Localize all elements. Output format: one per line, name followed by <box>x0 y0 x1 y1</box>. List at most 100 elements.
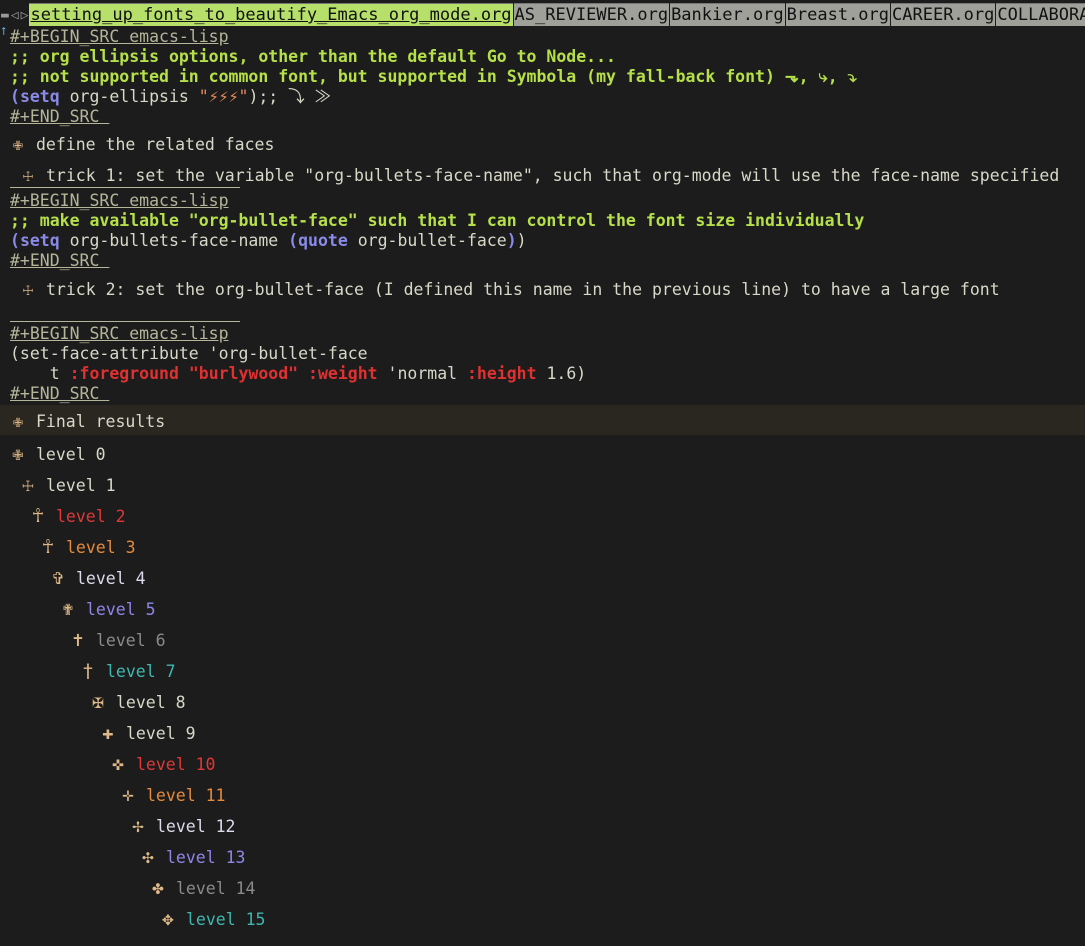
tab-collaborati[interactable]: COLLABORATI <box>996 3 1085 26</box>
final-results-text: Final results <box>36 412 166 431</box>
tab-as-reviewer[interactable]: AS_REVIEWER.org <box>513 3 670 26</box>
heading-level-10[interactable]: ✜ level 10 <box>110 752 215 776</box>
tab-bankier[interactable]: Bankier.org <box>670 3 785 26</box>
kw-foreground: :foreground <box>69 364 179 383</box>
heading-define-faces[interactable]: ✙ define the related faces <box>10 135 275 155</box>
src-begin-1: #+BEGIN_SRC emacs-lisp <box>10 27 229 46</box>
trick2-underline <box>10 321 240 322</box>
src-end-3: #+END_SRC <box>10 384 110 403</box>
tab-scroll-left-icon[interactable]: ◁ <box>10 6 20 26</box>
heading-level-0[interactable]: ✙ level 0 <box>10 442 106 466</box>
tab-bar: ▬ ◁ ▷ setting_up_fonts_to_beautify_Emacs… <box>0 0 1085 26</box>
code-face-args: t :foreground "burlywood" :weight 'norma… <box>10 364 586 384</box>
quote-paren-close: ) <box>506 231 517 250</box>
kw-height: :height <box>467 364 537 383</box>
level-7-bullet-icon: † <box>82 660 94 682</box>
trick2-text: trick 2: set the org-bullet-face (I defi… <box>46 280 1000 299</box>
level-13-label: level 13 <box>166 848 246 867</box>
ellipsis-string: "⚡⚡⚡" <box>198 87 249 106</box>
tab-setting-up-fonts[interactable]: setting_up_fonts_to_beautify_Emacs_org_m… <box>29 3 513 26</box>
level-11-bullet-icon: ✛ <box>122 784 134 806</box>
src-begin-3: #+BEGIN_SRC emacs-lisp <box>10 324 229 343</box>
heading-level-1[interactable]: ☩ level 1 <box>20 473 116 497</box>
comment-line-1: ;; org ellipsis options, other than the … <box>10 47 616 66</box>
level-3-label: level 3 <box>66 538 136 557</box>
comment-line-3: ;; make available "org-bullet-face" such… <box>10 211 865 230</box>
final-bullet-icon: ✙ <box>12 412 24 432</box>
org-ellipsis-var: org-ellipsis <box>59 87 199 106</box>
tab-breast[interactable]: Breast.org <box>785 3 891 26</box>
level-10-label: level 10 <box>136 755 216 774</box>
level-9-label: level 9 <box>126 724 196 743</box>
level-12-label: level 12 <box>156 817 236 836</box>
kw-weight: :weight <box>308 364 378 383</box>
quote-keyword: quote <box>298 231 348 250</box>
heading-define-text: define the related faces <box>36 135 275 154</box>
comment-line-2: ;; not supported in common font, but sup… <box>10 67 857 86</box>
quote-paren-open: ( <box>288 231 299 250</box>
level-1-label: level 1 <box>46 476 116 495</box>
heading-level-11[interactable]: ✛ level 11 <box>120 783 225 807</box>
heading-trick-1[interactable]: ☩ trick 1: set the variable "org-bullets-… <box>20 166 1059 186</box>
val-normal: 'normal <box>377 364 467 383</box>
trick1-underline <box>10 187 240 188</box>
tab-collapse-icon[interactable]: ▬ <box>0 6 10 26</box>
paren-close: ) <box>516 231 527 250</box>
heading-level-7[interactable]: † level 7 <box>80 659 176 683</box>
heading-level-6[interactable]: ✝ level 6 <box>70 628 166 652</box>
level-6-bullet-icon: ✝ <box>72 629 84 651</box>
src-end-1: #+END_SRC <box>10 107 110 126</box>
setq-keyword: setq <box>19 231 60 250</box>
level-10-bullet-icon: ✜ <box>112 753 124 775</box>
heading-level-14[interactable]: ✤ level 14 <box>150 876 255 900</box>
heading-level-3[interactable]: ☥ level 3 <box>40 535 136 559</box>
level-13-bullet-icon: ✣ <box>142 846 154 868</box>
heading-level-4[interactable]: ✞ level 4 <box>50 566 146 590</box>
heading-bullet-icon: ✙ <box>12 135 24 155</box>
level-8-label: level 8 <box>116 693 186 712</box>
setq-keyword: setq <box>19 87 60 106</box>
level-2-label: level 2 <box>56 507 126 526</box>
heading-level-12[interactable]: ✢ level 12 <box>130 814 235 838</box>
level-4-label: level 4 <box>76 569 146 588</box>
trick1-text: trick 1: set the variable "org-bullets-f… <box>46 166 1060 185</box>
src-begin-2: #+BEGIN_SRC emacs-lisp <box>10 191 229 210</box>
heading-final-results[interactable]: ✙ Final results <box>10 412 165 432</box>
level-1-bullet-icon: ☩ <box>22 474 34 496</box>
level-14-label: level 14 <box>176 879 256 898</box>
level-3-bullet-icon: ☥ <box>42 536 54 558</box>
tab-career[interactable]: CAREER.org <box>891 3 996 26</box>
level-12-bullet-icon: ✢ <box>132 815 144 837</box>
paren-open: ( <box>10 87 20 106</box>
heading-level-13[interactable]: ✣ level 13 <box>140 845 245 869</box>
tab-scroll-right-icon[interactable]: ▷ <box>20 6 30 26</box>
level-0-label: level 0 <box>36 445 106 464</box>
heading-level-9[interactable]: ✚ level 9 <box>100 721 196 745</box>
level-9-bullet-icon: ✚ <box>102 722 114 744</box>
heading-level-2[interactable]: ☥ level 2 <box>30 504 126 528</box>
heading-level-5[interactable]: ✟ level 5 <box>60 597 156 621</box>
level-11-label: level 11 <box>146 786 226 805</box>
code-setq-ellipsis: (setq org-ellipsis "⚡⚡⚡");; ⤵ ≫ <box>10 87 331 107</box>
src-end-2: #+END_SRC <box>10 251 110 270</box>
val-height: 1.6) <box>536 364 587 383</box>
level-5-bullet-icon: ✟ <box>62 598 74 620</box>
code-tail: );; ⤵ ≫ <box>248 87 332 106</box>
level-15-bullet-icon: ✥ <box>162 908 174 930</box>
val-burlywood: "burlywood" <box>188 364 299 383</box>
scroll-up-indicator-icon: ⭡ <box>1 25 7 38</box>
trick1-bullet-icon: ☩ <box>22 166 34 186</box>
level-8-bullet-icon: ✠ <box>92 691 104 713</box>
heading-level-8[interactable]: ✠ level 8 <box>90 690 186 714</box>
level-6-label: level 6 <box>96 631 166 650</box>
level-5-label: level 5 <box>86 600 156 619</box>
bullets-face-var: org-bullets-face-name <box>59 231 289 250</box>
code-setq-bullets-face: (setq org-bullets-face-name (quote org-b… <box>10 231 527 251</box>
level-14-bullet-icon: ✤ <box>152 877 164 899</box>
heading-trick-2[interactable]: ☩ trick 2: set the org-bullet-face (I def… <box>20 280 1000 300</box>
code-set-face-attribute: (set-face-attribute 'org-bullet-face <box>10 344 368 363</box>
level-7-label: level 7 <box>106 662 176 681</box>
heading-level-15[interactable]: ✥ level 15 <box>160 907 265 931</box>
level-0-bullet-icon: ✙ <box>12 443 24 465</box>
arg-t: t <box>10 364 70 383</box>
